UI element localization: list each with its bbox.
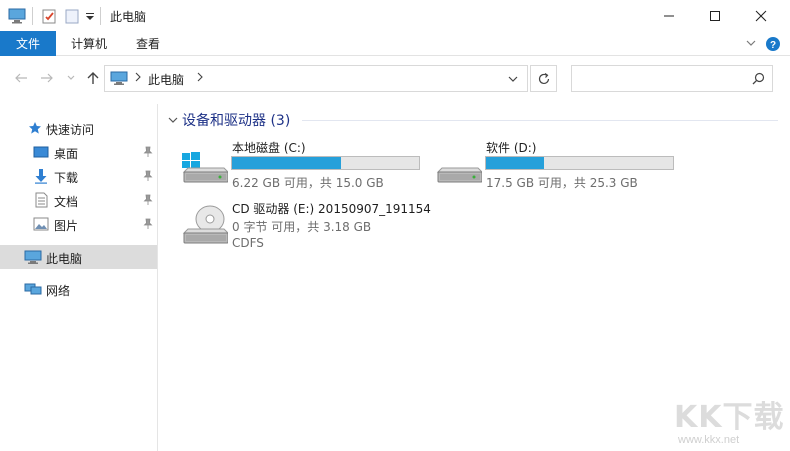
sidebar-item-this-pc[interactable]: 此电脑 [0,245,157,269]
tab-view[interactable]: 查看 [126,31,170,56]
sidebar-item-desktop[interactable]: 桌面 [0,140,157,164]
download-icon [34,168,48,187]
drive-free-space: 17.5 GB 可用，共 25.3 GB [486,176,638,190]
drive-name: 本地磁盘 (C:) [232,141,306,155]
sidebar-item-label: 桌面 [54,147,79,161]
sidebar-item-label: 文档 [54,195,79,209]
address-bar[interactable]: 此电脑 [104,65,528,92]
close-button[interactable] [738,0,784,31]
ribbon: 文件 计算机 查看 ? [0,31,790,56]
hard-drive-icon [436,167,482,183]
desktop-icon [33,145,49,162]
minimize-button[interactable] [646,0,692,31]
help-icon[interactable]: ? [765,36,781,55]
pin-icon[interactable] [143,194,153,206]
search-input[interactable] [576,69,746,88]
sidebar-item-label: 下载 [54,171,79,185]
document-icon [35,192,48,211]
window-title: 此电脑 [110,10,147,24]
divider [32,7,33,25]
tab-computer[interactable]: 计算机 [60,31,118,56]
maximize-button[interactable] [692,0,738,31]
sidebar-item-label: 图片 [54,219,79,233]
properties-icon[interactable] [42,7,56,25]
up-button[interactable] [82,66,104,90]
drive-filesystem: CDFS [232,236,264,250]
drive-name: 软件 (D:) [486,141,537,155]
drive-usage-bar [231,156,420,170]
drive-usage-fill [232,157,342,169]
title-bar: 此电脑 [0,0,790,31]
watermark-brand: KK下载 [674,400,785,435]
svg-text:?: ? [770,40,776,51]
this-pc-icon[interactable] [8,7,26,25]
breadcrumb-chevron-icon[interactable] [196,71,204,86]
cd-drive-icon [182,205,228,244]
drive-usage-bar [485,156,674,170]
sidebar-item-label: 快速访问 [46,123,95,137]
refresh-button[interactable] [530,65,557,92]
divider [100,7,101,25]
star-icon [28,121,42,138]
group-title: 设备和驱动器 (3) [182,113,291,129]
drive-tile[interactable]: 软件 (D:) 17.5 GB 可用，共 25.3 GB [428,136,678,190]
pin-icon[interactable] [143,146,153,158]
search-box[interactable] [571,65,773,92]
back-button[interactable] [10,66,32,90]
drive-tile[interactable]: CD 驱动器 (E:) 20150907_191154 0 字节 可用，共 3.… [174,197,434,251]
drive-usage-fill [486,157,544,169]
sidebar-item-documents[interactable]: 文档 [0,188,157,212]
watermark-url: www.kkx.net [678,434,740,446]
sidebar-item-pictures[interactable]: 图片 [0,212,157,236]
drive-tile[interactable]: 本地磁盘 (C:) 6.22 GB 可用，共 15.0 GB [174,136,424,190]
forward-button[interactable] [36,66,58,90]
search-icon[interactable] [752,72,765,88]
address-dropdown-icon[interactable] [507,73,519,87]
breadcrumb-chevron-icon[interactable] [134,71,142,86]
recent-locations-button[interactable] [60,66,82,90]
this-pc-icon [24,250,42,268]
customize-dropdown-icon[interactable] [85,7,95,25]
breadcrumb-location[interactable]: 此电脑 [148,71,184,88]
pin-icon[interactable] [143,170,153,182]
devices-group-header[interactable]: 设备和驱动器 (3) [168,110,290,130]
sidebar-item-label: 网络 [46,284,71,298]
windows-drive-icon [182,152,228,183]
sidebar-item-downloads[interactable]: 下载 [0,164,157,188]
sidebar-item-label: 此电脑 [46,252,83,266]
navigation-pane: 快速访问 桌面 下载 文档 图片 此电脑 网络 [0,104,158,451]
watermark: KK下载 www.kkx.net [666,390,784,448]
drive-free-space: 6.22 GB 可用，共 15.0 GB [232,176,384,190]
drive-name: CD 驱动器 (E:) 20150907_191154 [232,202,431,216]
this-pc-icon [110,71,128,89]
sidebar-item-network[interactable]: 网络 [0,277,157,301]
new-folder-icon[interactable] [65,7,79,25]
network-icon [24,281,42,300]
ribbon-expand-icon[interactable] [745,37,757,51]
pin-icon[interactable] [143,218,153,230]
drive-free-space: 0 字节 可用，共 3.18 GB [232,220,372,234]
group-divider [302,120,778,121]
picture-icon [33,217,49,234]
tab-file[interactable]: 文件 [0,31,56,56]
sidebar-item-quick-access[interactable]: 快速访问 [0,116,157,140]
collapse-chevron-icon[interactable] [168,115,178,125]
